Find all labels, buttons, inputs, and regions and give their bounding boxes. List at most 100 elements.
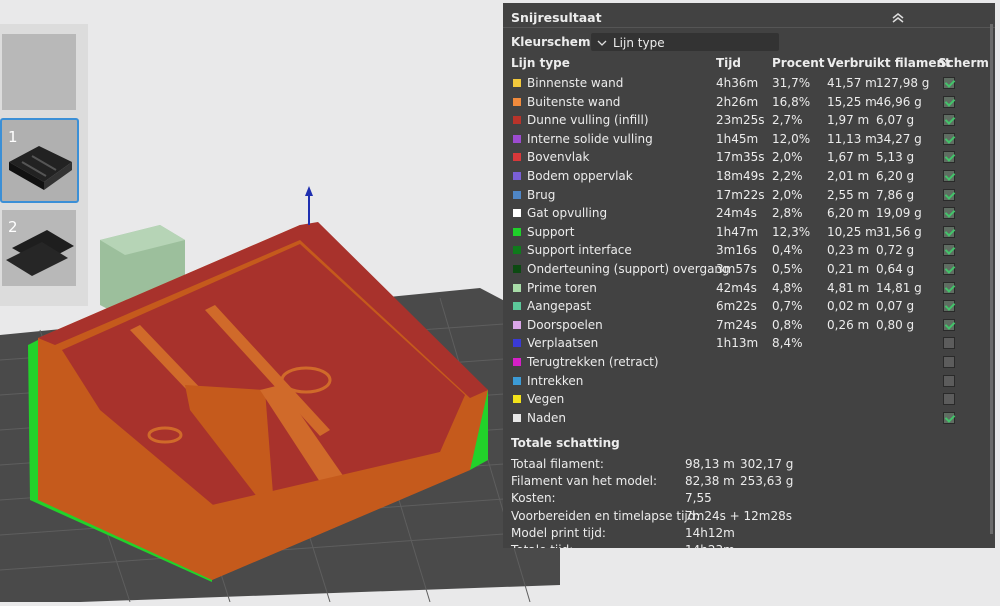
line-length: 0,21 m [827,262,870,276]
line-weight: 31,56 g [876,224,922,239]
line-color-swatch [513,265,521,273]
show-checkbox[interactable] [943,318,955,331]
line-time: 17m35s [716,150,765,165]
line-percent: 2,0% [772,150,803,165]
show-checkbox[interactable] [943,114,955,127]
header-filament: Verbruikt filament [827,56,951,70]
table-row: Buitenste wand 2h26m 16,8% 15,25 m 46,96 g [503,94,995,112]
line-weight: 0,07 g [876,299,915,314]
line-length: 11,13 m [827,131,877,146]
total-label: Totaal filament: [511,457,604,471]
table-row: Bodem oppervlak 18m49s 2,2% 2,01 m 6,20 g [503,168,995,186]
line-weight: 5,13 g [876,150,915,165]
line-color-swatch [513,358,521,366]
line-time: 18m49s [716,169,765,183]
table-row: Aangepast 6m22s 0,7% 0,02 m 0,07 g [503,298,995,316]
line-weight: 6,20 g [876,169,915,183]
show-checkbox[interactable] [943,411,955,424]
show-checkbox[interactable] [943,374,955,387]
line-color-swatch [513,172,521,180]
plate-thumbnail-0[interactable] [2,34,76,110]
total-label: Model print tijd: [511,525,606,540]
line-type-name: Naden [527,410,566,425]
table-row: Intrekken [503,373,995,391]
line-length: 0,02 m [827,299,870,314]
line-type-name: Support [527,224,575,239]
table-row: Terugtrekken (retract) [503,354,995,372]
show-checkbox[interactable] [943,95,955,108]
line-time: 4h36m [716,76,759,90]
total-value: 7m24s + 12m28s [685,508,793,523]
table-row: Naden [503,410,995,428]
table-row: Doorspoelen 7m24s 0,8% 0,26 m 0,80 g [503,317,995,335]
line-type-name: Prime toren [527,280,597,295]
line-color-swatch [513,134,521,143]
line-type-name: Doorspoelen [527,317,603,332]
line-percent: 8,4% [772,336,803,351]
color-scheme-dropdown[interactable]: Lijn type [591,33,779,51]
line-weight: 0,64 g [876,262,915,276]
table-row: Brug 17m22s 2,0% 2,55 m 7,86 g [503,187,995,205]
line-weight: 6,07 g [876,113,915,128]
show-checkbox[interactable] [943,356,955,368]
total-value: 14h12m [685,525,735,540]
plate-2-preview-icon [6,230,74,276]
line-type-name: Intrekken [527,373,584,388]
line-color-swatch [513,209,521,218]
show-checkbox[interactable] [943,207,955,220]
line-weight: 19,09 g [876,206,922,221]
plate-thumbnail-2[interactable]: 2 [2,210,76,286]
show-checkbox[interactable] [943,263,955,275]
line-weight: 34,27 g [876,131,922,146]
show-checkbox[interactable] [943,188,955,201]
line-length: 2,55 m [827,187,870,202]
total-value: 14h23m [685,542,735,548]
total-label: Kosten: [511,491,556,506]
line-time: 7m24s [716,317,757,332]
line-time: 6m22s [716,299,757,314]
line-time: 3m16s [716,243,757,258]
color-scheme-label: Kleurschema [511,35,599,49]
show-checkbox[interactable] [943,132,955,145]
show-checkbox[interactable] [943,281,955,294]
totals-title: Totale schatting [511,436,620,450]
line-color-swatch [513,227,521,236]
line-color-swatch [513,302,521,311]
line-percent: 12,3% [772,224,811,239]
line-color-swatch [513,79,521,87]
show-checkbox[interactable] [943,77,955,89]
collapse-icon[interactable] [891,12,905,24]
table-row: Binnenste wand 4h36m 31,7% 41,57 m 127,98 g [503,75,995,93]
show-checkbox[interactable] [943,337,955,350]
show-checkbox[interactable] [943,244,955,257]
panel-scrollbar[interactable] [990,24,993,534]
table-row: Gat opvulling 24m4s 2,8% 6,20 m 19,09 g [503,205,995,223]
chevron-down-icon [597,40,607,46]
show-checkbox[interactable] [943,151,955,164]
line-percent: 31,7% [772,76,811,90]
line-length: 0,23 m [827,243,870,258]
line-type-name: Brug [527,187,556,202]
show-checkbox[interactable] [943,225,955,238]
show-checkbox[interactable] [943,170,955,182]
table-row: Support 1h47m 12,3% 10,25 m 31,56 g [503,224,995,242]
line-color-swatch [513,339,521,348]
plate-list: 1 2 [0,24,88,306]
line-percent: 16,8% [772,94,811,109]
line-percent: 0,8% [772,317,803,332]
table-row: Interne solide vulling 1h45m 12,0% 11,13 m3… [503,131,995,149]
total-value-2: 253,63 g [740,474,794,489]
line-percent: 2,0% [772,187,803,202]
line-color-swatch [513,320,521,329]
plate-1-preview-icon [9,146,72,190]
plate-thumbnail-1[interactable]: 1 [0,118,79,203]
line-time: 24m4s [716,206,757,221]
show-checkbox[interactable] [943,393,955,406]
line-percent: 0,4% [772,243,803,258]
line-color-swatch [513,413,521,422]
table-row: Support interface 3m16s 0,4% 0,23 m 0,72 g [503,242,995,260]
show-checkbox[interactable] [943,300,955,313]
line-weight: 0,80 g [876,317,915,332]
table-row: Verplaatsen 1h13m 8,4% [503,335,995,353]
line-length: 2,01 m [827,169,870,183]
